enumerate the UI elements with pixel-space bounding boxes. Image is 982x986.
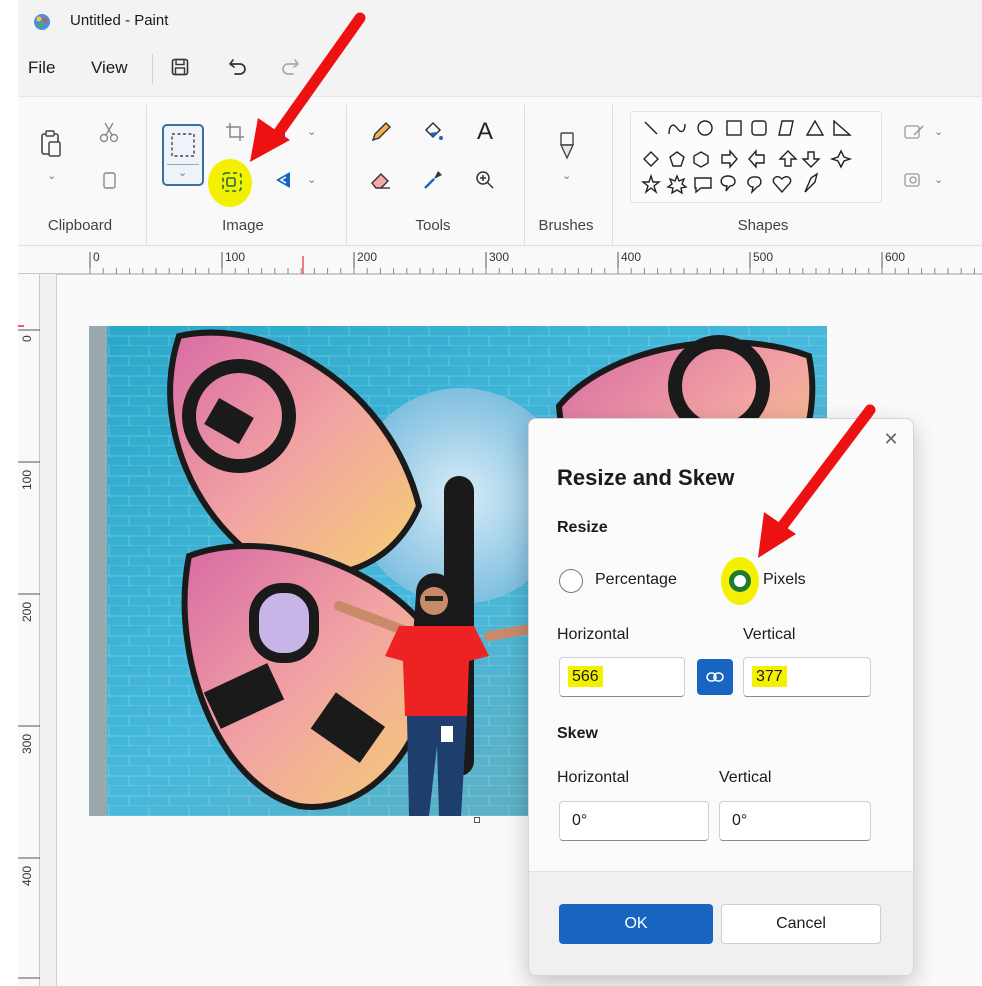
annotation-arrows-overlay (250, 12, 876, 558)
annotation-arrow-icon (758, 404, 876, 558)
annotation-arrow-icon (250, 12, 366, 162)
